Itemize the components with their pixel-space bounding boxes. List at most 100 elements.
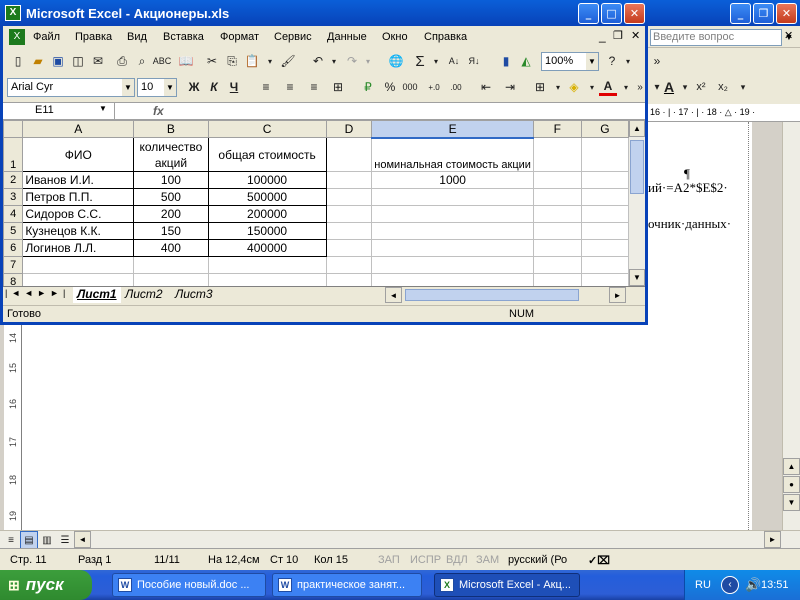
cell[interactable]: 200000 (207, 205, 327, 223)
column-header[interactable]: A (22, 120, 135, 138)
cell[interactable]: 1000 (371, 171, 534, 189)
percent-icon[interactable]: % (381, 78, 399, 96)
email-icon[interactable]: ✉ (89, 52, 107, 70)
cell[interactable] (532, 188, 582, 206)
cell[interactable] (532, 273, 582, 286)
column-header[interactable]: F (532, 120, 582, 138)
chevron-right-icon[interactable]: » (648, 52, 666, 70)
cell[interactable] (325, 205, 373, 223)
copy-icon[interactable]: ⎘ (223, 52, 241, 70)
cell[interactable]: Кузнецов К.К. (22, 222, 135, 240)
increase-indent-icon[interactable]: ⇥ (501, 78, 519, 96)
merge-center-icon[interactable]: ⊞ (329, 78, 347, 96)
cell[interactable] (580, 273, 629, 286)
hyperlink-icon[interactable]: 🌐 (387, 52, 405, 70)
subscript-icon[interactable]: x₂ (714, 78, 732, 96)
cell[interactable] (371, 239, 534, 257)
cell[interactable] (207, 273, 327, 286)
chevron-down-icon[interactable]: ▾ (734, 78, 752, 96)
cell[interactable] (325, 188, 373, 206)
cell[interactable] (371, 205, 534, 223)
taskbar-button-excel[interactable]: X Microsoft Excel - Акц... (434, 573, 580, 597)
chevron-down-icon[interactable]: ▼ (164, 79, 176, 96)
outline-view-icon[interactable]: ☰ (56, 531, 74, 549)
chevron-down-icon[interactable]: ▾ (427, 52, 445, 70)
column-header-selected[interactable]: E (371, 120, 534, 139)
cell[interactable] (532, 205, 582, 223)
bold-icon[interactable]: Ж (185, 78, 203, 96)
row-header[interactable]: 5 (3, 222, 24, 240)
format-painter-icon[interactable]: 🖌 (279, 52, 297, 70)
cell[interactable] (371, 188, 534, 206)
scroll-right-icon[interactable]: ► (609, 287, 626, 303)
drawing-icon[interactable]: ◭ (517, 52, 535, 70)
paste-icon[interactable]: 📋 (243, 52, 261, 70)
sort-ascending-icon[interactable]: A↓ (445, 52, 463, 70)
select-all-corner[interactable] (3, 120, 24, 138)
chevron-down-icon[interactable]: ▼ (122, 79, 134, 96)
cell[interactable] (532, 239, 582, 257)
taskbar-button-word-1[interactable]: W Пособие новый.doc ... (112, 573, 266, 597)
superscript-icon[interactable]: x² (692, 78, 710, 96)
increase-decimal-icon[interactable]: +.0 (425, 78, 443, 96)
borders-icon[interactable]: ⊞ (531, 78, 549, 96)
column-header[interactable]: B (133, 120, 209, 138)
cell[interactable] (371, 256, 534, 274)
cell[interactable]: 150000 (207, 222, 327, 240)
word-vertical-scrollbar[interactable]: ▲ ● ▼ (782, 122, 800, 530)
scroll-right-icon[interactable]: ► (764, 531, 781, 548)
cell[interactable] (580, 256, 629, 274)
word-ask-question-input[interactable]: Введите вопрос (650, 29, 782, 46)
cell[interactable]: 200 (133, 205, 209, 223)
cell[interactable] (325, 137, 373, 172)
status-ovr[interactable]: ЗАМ (476, 554, 499, 566)
cell[interactable]: Сидоров С.С. (22, 205, 135, 223)
cell[interactable] (325, 239, 373, 257)
decrease-decimal-icon[interactable]: .00 (447, 78, 465, 96)
workbook-icon[interactable]: X (9, 29, 25, 45)
clock[interactable]: 13:51 (761, 579, 789, 591)
print-preview-icon[interactable]: ⌕ (133, 52, 151, 70)
menu-view[interactable]: Вид (127, 31, 147, 43)
menu-format[interactable]: Формат (220, 31, 259, 43)
close-button[interactable]: ✕ (624, 3, 645, 24)
status-trk[interactable]: ИСПР (410, 554, 441, 566)
cell[interactable] (580, 137, 629, 172)
row-header[interactable]: 3 (3, 188, 24, 206)
menu-help[interactable]: Справка (424, 31, 467, 43)
cell[interactable] (580, 171, 629, 189)
cell[interactable] (371, 273, 534, 286)
cell[interactable] (532, 222, 582, 240)
cell[interactable] (580, 239, 629, 257)
font-size-select[interactable]: 10 ▼ (137, 78, 177, 97)
browse-object-icon[interactable]: ● (783, 476, 800, 493)
currency-icon[interactable]: ₽ (359, 78, 377, 96)
spreadsheet-grid[interactable]: A B C D E F G 1 ФИО количество акций общ… (3, 120, 629, 286)
row-header[interactable]: 7 (3, 256, 24, 274)
cell[interactable]: 100 (133, 171, 209, 189)
cell[interactable] (22, 273, 135, 286)
decrease-indent-icon[interactable]: ⇤ (477, 78, 495, 96)
restore-workbook-icon[interactable]: ❐ (613, 29, 623, 42)
status-language[interactable]: русский (Ро (508, 554, 567, 566)
column-header[interactable]: G (580, 120, 629, 138)
sort-descending-icon[interactable]: Я↓ (465, 52, 483, 70)
cell[interactable]: Петров П.П. (22, 188, 135, 206)
cell[interactable] (207, 256, 327, 274)
cut-icon[interactable]: ✂ (203, 52, 221, 70)
menu-insert[interactable]: Вставка (163, 31, 204, 43)
taskbar-button-word-2[interactable]: Wпрактическое занят... (272, 573, 422, 597)
status-rec[interactable]: ЗАП (378, 554, 400, 566)
start-button[interactable]: ⊞ пуск (0, 570, 92, 600)
thousands-icon[interactable]: 000 (401, 78, 419, 96)
speaker-icon[interactable]: 🔊 (745, 577, 761, 593)
open-icon[interactable]: ▰ (29, 52, 47, 70)
save-icon[interactable]: ▣ (49, 52, 67, 70)
cell[interactable] (133, 256, 209, 274)
word-close-doc-icon[interactable]: ✕ (784, 29, 793, 42)
cell[interactable]: 400 (133, 239, 209, 257)
cell[interactable] (580, 188, 629, 206)
name-box[interactable]: E11 ▼ (3, 103, 115, 119)
scroll-left-icon[interactable]: ◄ (385, 287, 402, 303)
menu-data[interactable]: Данные (327, 31, 367, 43)
